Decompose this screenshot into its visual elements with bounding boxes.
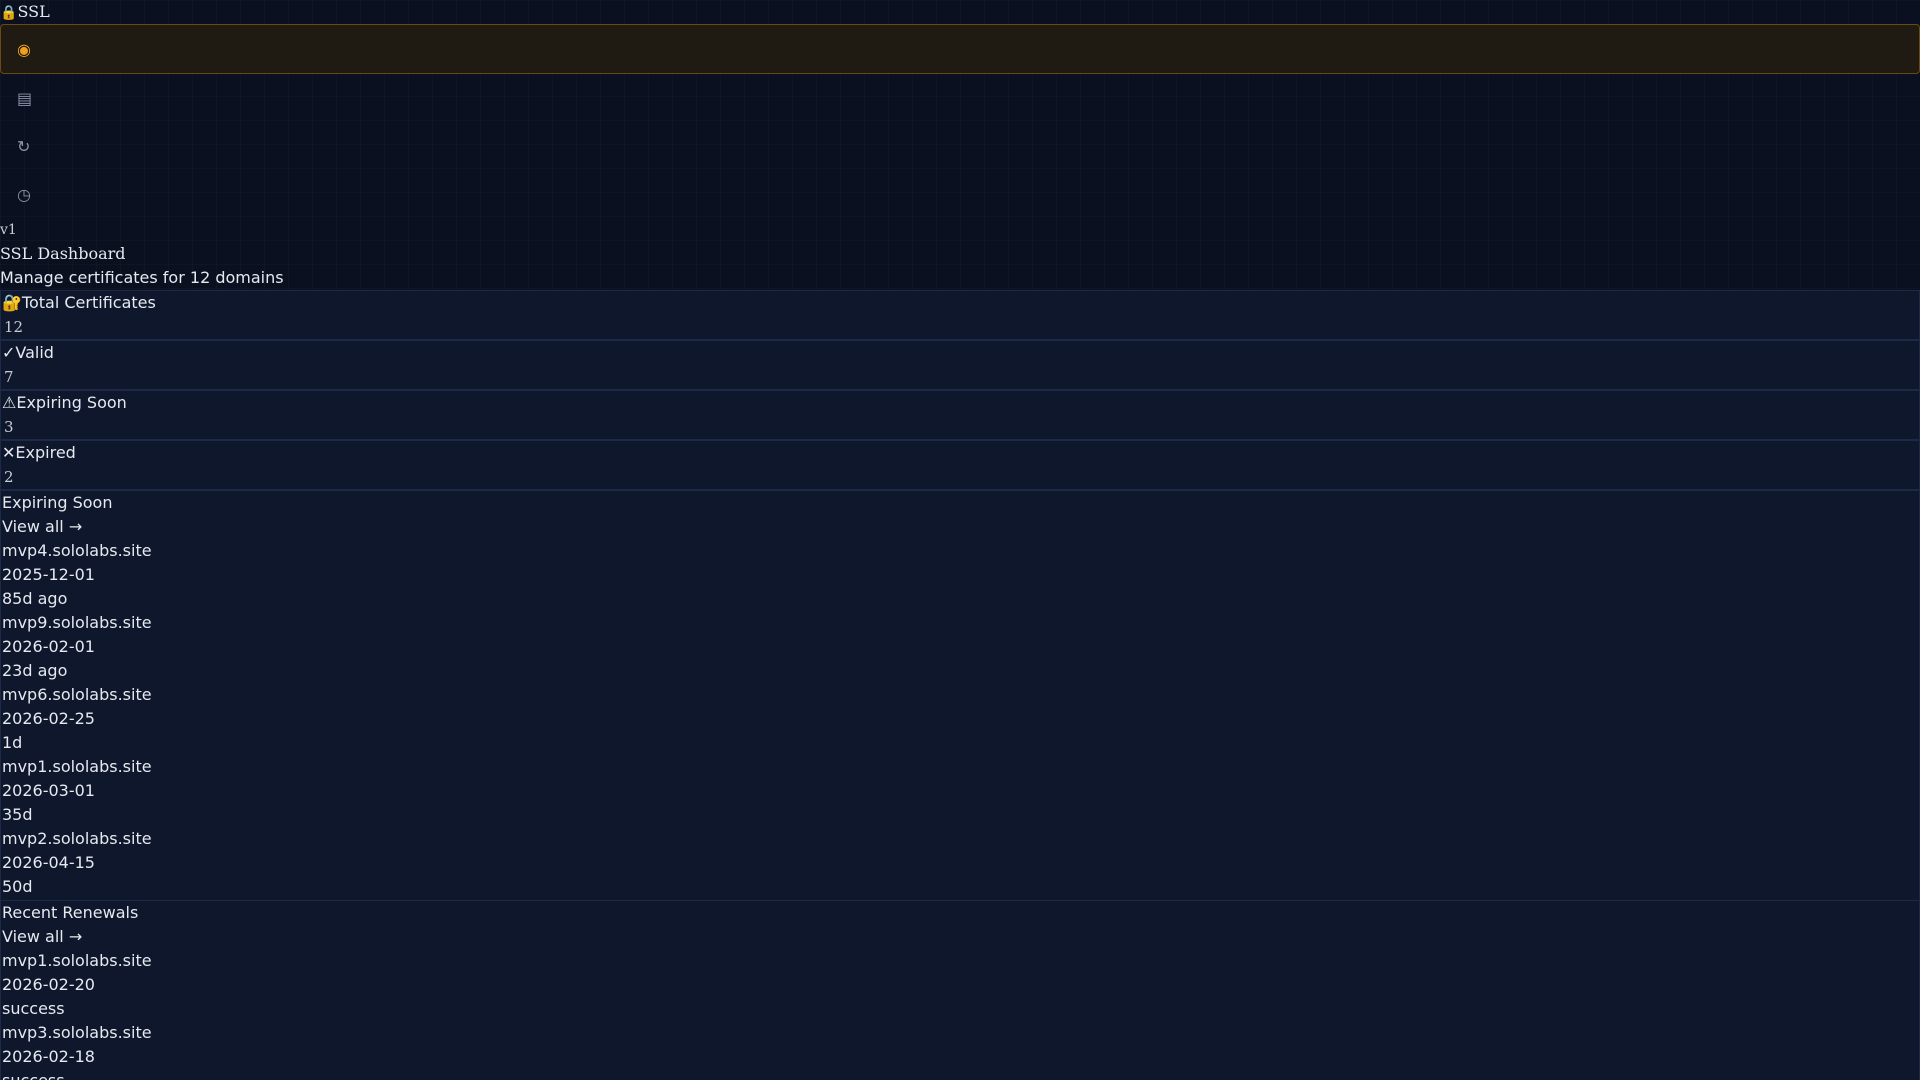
nav-item-dashboard[interactable]: ◉ xyxy=(0,24,1920,74)
stat-value: 2 xyxy=(4,468,14,486)
stat-card-total: 🔐Total Certificates 12 xyxy=(0,290,1920,340)
domain-name: mvp6.sololabs.site xyxy=(2,685,152,704)
domain-name: mvp2.sololabs.site xyxy=(2,829,152,848)
list-icon: ▤ xyxy=(17,88,33,108)
domain-name: mvp1.sololabs.site xyxy=(2,951,152,970)
page-subtitle: Manage certificates for 12 domains xyxy=(0,268,284,287)
view-all-expiring-link[interactable]: View all → xyxy=(1,515,1919,539)
expiry-date: 2026-03-01 xyxy=(2,781,95,800)
list-item[interactable]: mvp1.sololabs.site 2026-02-20 success xyxy=(1,949,1919,1021)
renewal-status: success xyxy=(1,1069,1919,1080)
sidebar-nav: ◉ ▤ ↻ ◷ xyxy=(0,24,1920,218)
list-item[interactable]: mvp4.sololabs.site 2025-12-01 85d ago xyxy=(1,539,1919,611)
nav-item-renewals[interactable]: ↻ xyxy=(0,122,1920,170)
view-all-renewals-link[interactable]: View all → xyxy=(1,925,1919,949)
stat-value: 12 xyxy=(4,318,24,336)
domain-name: mvp9.sololabs.site xyxy=(2,613,152,632)
check-icon: ✓ xyxy=(2,343,16,362)
list-item[interactable]: mvp6.sololabs.site 2026-02-25 1d xyxy=(1,683,1919,755)
clock-icon: ◷ xyxy=(17,184,31,204)
expiry-date: 2025-12-01 xyxy=(2,565,95,584)
stat-value: 3 xyxy=(4,418,14,436)
warning-icon: ⚠ xyxy=(2,393,17,412)
days-remaining: 50d xyxy=(2,877,33,896)
lock-key-icon: 🔐 xyxy=(2,293,22,312)
list-item[interactable]: mvp9.sololabs.site 2026-02-01 23d ago xyxy=(1,611,1919,683)
nav-item-certificates[interactable]: ▤ xyxy=(0,74,1920,122)
domain-name: mvp1.sololabs.site xyxy=(2,757,152,776)
x-icon: ✕ xyxy=(2,443,16,462)
nav-item-history[interactable]: ◷ xyxy=(0,170,1920,218)
stat-card-valid: ✓Valid 7 xyxy=(0,340,1920,390)
panel-title: Recent Renewals xyxy=(2,903,139,922)
expiring-soon-panel: Expiring Soon View all → mvp4.sololabs.s… xyxy=(0,490,1920,900)
stat-value: 7 xyxy=(4,368,14,386)
lock-icon: 🔒 xyxy=(0,5,18,21)
expiry-date: 2026-02-01 xyxy=(2,637,95,656)
renewal-date: 2026-02-18 xyxy=(2,1047,95,1066)
stat-label: Expired xyxy=(15,443,76,462)
stat-label: Expiring Soon xyxy=(16,393,127,412)
days-remaining: 1d xyxy=(2,733,23,752)
app-header: 🔒SSL xyxy=(0,0,1920,24)
app-name: SSL xyxy=(17,2,50,21)
expiry-date: 2026-02-25 xyxy=(2,709,95,728)
domain-name: mvp3.sololabs.site xyxy=(2,1023,152,1042)
stat-label: Total Certificates xyxy=(21,293,156,312)
stat-label: Valid xyxy=(15,343,54,362)
renewal-status: success xyxy=(2,999,65,1018)
page-title: SSL Dashboard xyxy=(0,244,126,263)
days-remaining: 85d ago xyxy=(2,589,68,608)
refresh-icon: ↻ xyxy=(17,136,31,156)
expiry-date: 2026-04-15 xyxy=(2,853,95,872)
stat-card-expiring: ⚠Expiring Soon 3 xyxy=(0,390,1920,440)
list-item[interactable]: mvp1.sololabs.site 2026-03-01 35d xyxy=(1,755,1919,827)
panel-title: Expiring Soon xyxy=(2,493,113,512)
days-remaining: 23d ago xyxy=(2,661,68,680)
renewal-date: 2026-02-20 xyxy=(2,975,95,994)
domain-name: mvp4.sololabs.site xyxy=(2,541,152,560)
days-remaining: 35d xyxy=(2,805,33,824)
recent-renewals-panel: Recent Renewals View all → mvp1.sololabs… xyxy=(0,900,1920,1080)
list-item[interactable]: mvp3.sololabs.site 2026-02-18 success xyxy=(1,1021,1919,1080)
version-label: v1 xyxy=(0,222,17,238)
radar-icon: ◉ xyxy=(17,39,31,59)
list-item[interactable]: mvp2.sololabs.site 2026-04-15 50d xyxy=(1,827,1919,899)
stat-card-expired: ✕Expired 2 xyxy=(0,440,1920,490)
